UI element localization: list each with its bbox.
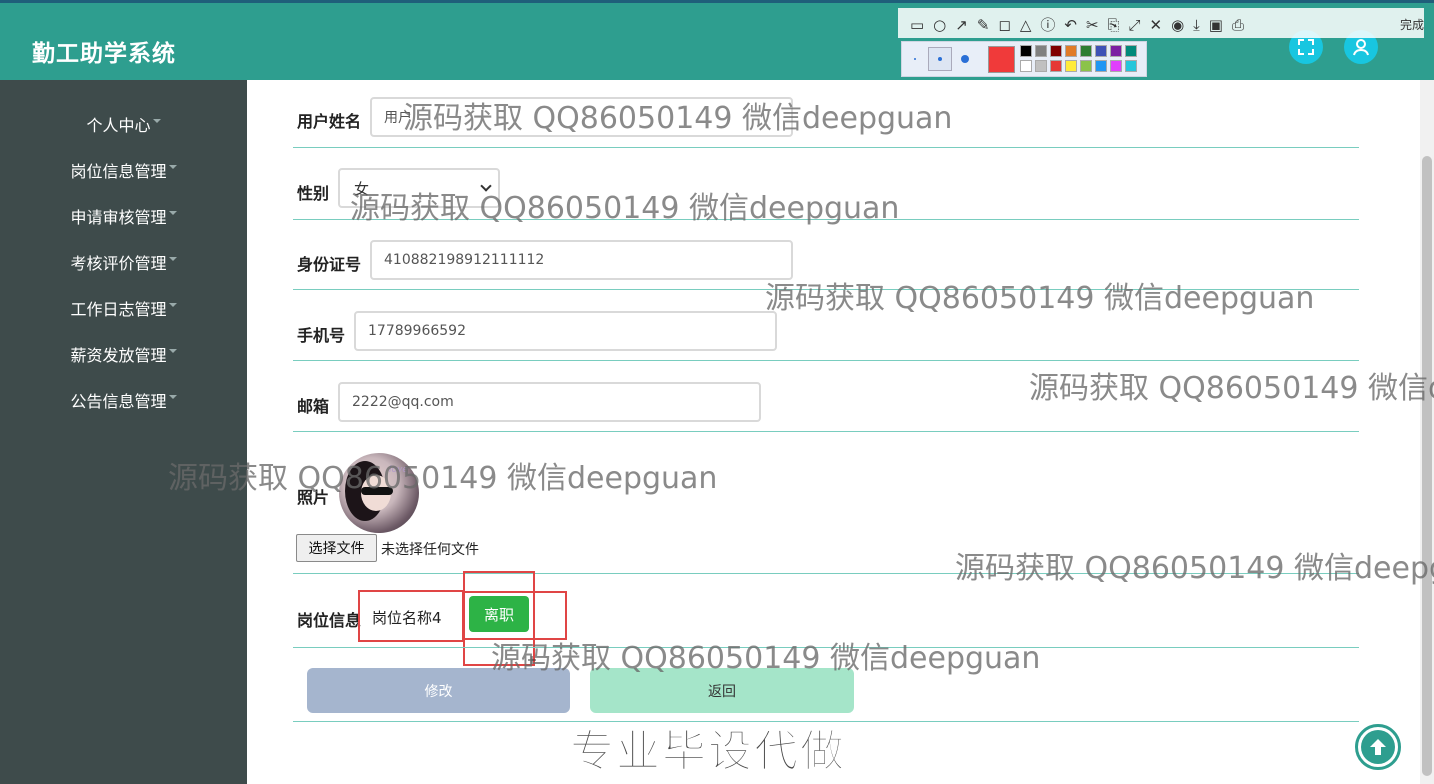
sidebar-item-personal-center[interactable]: 个人中心 [0, 109, 247, 139]
sidebar-item-label: 申请审核管理 [70, 208, 167, 227]
caret-down-icon [168, 211, 177, 215]
sidebar-item-label: 岗位信息管理 [70, 162, 167, 181]
watermark-text: 源码获取 QQ86050149 微信deepguan [350, 191, 900, 226]
brush-size-small[interactable] [903, 47, 927, 71]
top-border-line [0, 0, 1434, 3]
row-divider [293, 147, 1359, 148]
brush-size-large[interactable] [953, 47, 977, 71]
leave-position-button[interactable]: 离职 [469, 596, 529, 632]
sidebar-item-announcement[interactable]: 公告信息管理 [0, 385, 247, 415]
sidebar-item-assessment[interactable]: 考核评价管理 [0, 247, 247, 277]
position-label: 岗位信息 [297, 611, 362, 630]
caret-down-icon [168, 349, 177, 353]
phone-field[interactable]: 17789966592 [354, 311, 777, 351]
phone-label: 手机号 [297, 326, 346, 345]
color-swatch[interactable] [1035, 45, 1047, 57]
caret-down-icon [168, 165, 177, 169]
gender-label: 性别 [297, 184, 330, 203]
sidebar-item-label: 工作日志管理 [70, 300, 167, 319]
row-divider [293, 360, 1359, 361]
color-swatch[interactable] [1035, 60, 1047, 72]
arrow-up-icon [1370, 739, 1386, 755]
color-swatch[interactable] [1065, 45, 1077, 57]
current-color-swatch[interactable] [988, 46, 1015, 73]
sidebar [0, 80, 247, 784]
choose-file-button[interactable]: 选择文件 [296, 534, 377, 562]
caret-down-icon [168, 303, 177, 307]
watermark-text: 源码获取 QQ86050149 微信deepguan [491, 641, 1041, 676]
scrollbar-thumb[interactable] [1422, 156, 1432, 776]
email-field[interactable]: 2222@qq.com [338, 382, 761, 422]
back-to-top-button[interactable] [1355, 724, 1401, 770]
caret-down-icon [152, 119, 161, 123]
username-label: 用户姓名 [297, 112, 362, 131]
screenshot-done-button[interactable]: 完成 [1400, 16, 1424, 33]
color-swatch[interactable] [1020, 45, 1032, 57]
color-swatch[interactable] [1080, 45, 1092, 57]
sidebar-item-label: 个人中心 [86, 116, 151, 135]
color-swatch[interactable] [1110, 60, 1122, 72]
sidebar-item-label: 薪资发放管理 [70, 346, 167, 365]
watermark-text: 源码获取 QQ86050149 微信deepguan [403, 101, 953, 136]
watermark-text: 源码获取 QQ86050149 微信d [1029, 371, 1434, 406]
color-swatch[interactable] [1050, 45, 1062, 57]
brush-size-medium[interactable] [928, 47, 952, 71]
caret-down-icon [168, 395, 177, 399]
color-swatch[interactable] [1095, 45, 1107, 57]
watermark-text: 源码获取 QQ86050149 微信deepguan [168, 461, 718, 496]
sidebar-item-label: 公告信息管理 [70, 392, 167, 411]
sidebar-item-salary[interactable]: 薪资发放管理 [0, 339, 247, 369]
fullscreen-icon [1298, 39, 1314, 55]
id-card-label: 身份证号 [297, 255, 362, 274]
app-title: 勤工助学系统 [32, 41, 176, 67]
sidebar-item-work-log[interactable]: 工作日志管理 [0, 293, 247, 323]
watermark-text: 源码获取 QQ86050149 微信deepg [955, 551, 1434, 586]
sidebar-item-label: 考核评价管理 [70, 254, 167, 273]
color-swatch[interactable] [1125, 45, 1137, 57]
slogan-banner: 专业毕设代做 [570, 726, 846, 778]
sidebar-item-job-info[interactable]: 岗位信息管理 [0, 155, 247, 185]
color-swatch[interactable] [1020, 60, 1032, 72]
color-swatch[interactable] [1110, 45, 1122, 57]
row-divider [293, 431, 1359, 432]
position-value: 岗位名称4 [372, 609, 442, 627]
color-swatch[interactable] [1080, 60, 1092, 72]
color-swatch[interactable] [1050, 60, 1062, 72]
color-swatch[interactable] [1095, 60, 1107, 72]
user-icon [1353, 39, 1369, 56]
caret-down-icon [168, 257, 177, 261]
watermark-text: 源码获取 QQ86050149 微信deepguan [765, 281, 1315, 316]
id-card-field[interactable]: 410882198912111112 [370, 240, 793, 280]
color-swatch[interactable] [1065, 60, 1077, 72]
email-label: 邮箱 [297, 397, 330, 416]
color-swatch[interactable] [1125, 60, 1137, 72]
sidebar-item-application-review[interactable]: 申请审核管理 [0, 201, 247, 231]
screenshot-tool-icons[interactable]: ▭○↗✎◻△ⓘ↶✂⎘⤢✕◉⤓▣⎙ [910, 14, 1253, 35]
file-status-text: 未选择任何文件 [381, 542, 479, 558]
